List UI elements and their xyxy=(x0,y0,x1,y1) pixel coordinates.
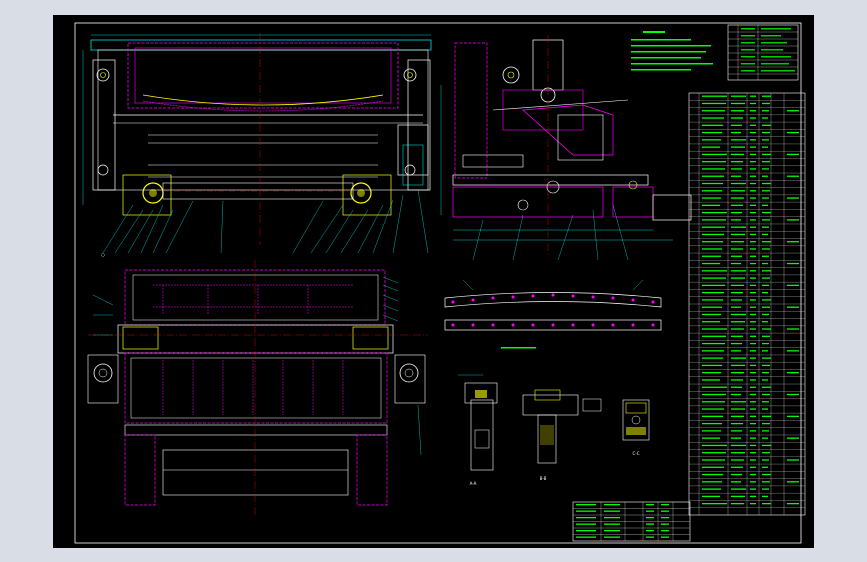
section-detail-b: B-B xyxy=(522,389,602,481)
front-view xyxy=(82,33,442,257)
chain-plate-detail xyxy=(444,279,662,349)
section-detail-a: A-A xyxy=(458,374,498,486)
assembly-drawing-sheet: A-A B-B C-C xyxy=(74,22,806,544)
section-label-c: C-C xyxy=(632,451,639,456)
spec-table xyxy=(727,24,799,81)
side-view xyxy=(452,35,692,261)
cad-viewport[interactable]: A-A B-B C-C xyxy=(53,15,814,548)
section-label-a: A-A xyxy=(470,481,477,486)
parts-list-table xyxy=(688,92,806,516)
technical-notes xyxy=(631,31,713,71)
plan-view xyxy=(87,260,428,515)
title-block xyxy=(572,501,691,542)
section-label-b: B-B xyxy=(540,476,547,481)
section-detail-c: C-C xyxy=(622,399,650,456)
